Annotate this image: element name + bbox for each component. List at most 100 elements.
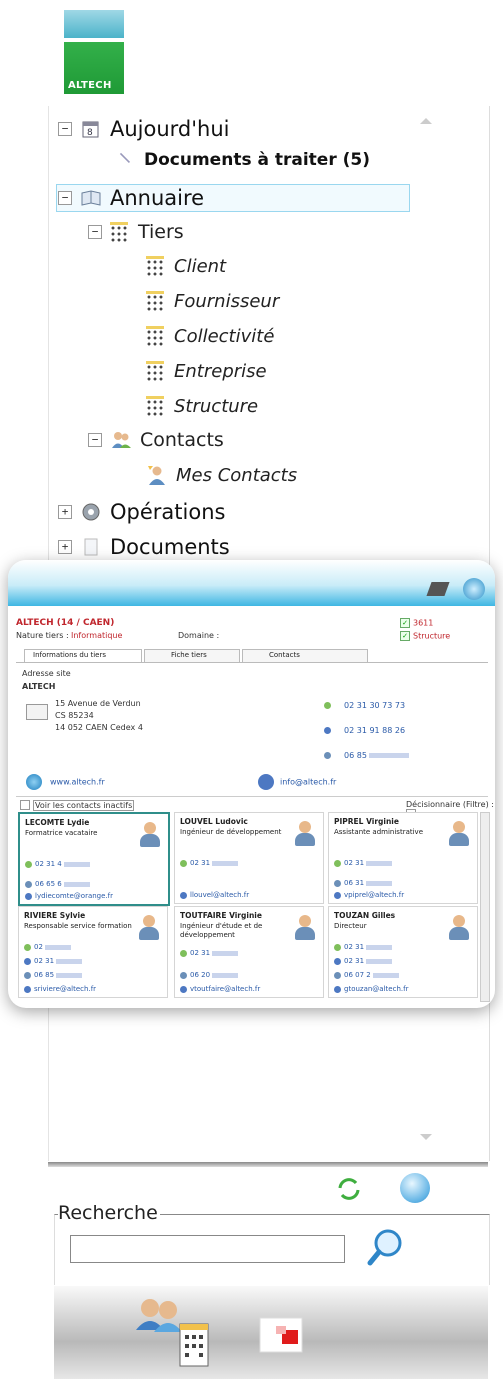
building-grid-icon <box>146 326 164 347</box>
website-globe-icon <box>26 774 42 790</box>
company-name: ALTECH <box>22 682 56 691</box>
redacted <box>366 860 393 866</box>
tree-item-documents-a-traiter[interactable]: Documents à traiter (5) <box>118 150 370 170</box>
website-row[interactable]: www.altech.fr <box>26 774 105 790</box>
contact-card[interactable]: TOUTFAIRE Virginie Ingénieur d'étude et … <box>174 906 324 998</box>
email-icon <box>334 891 341 899</box>
email-link[interactable]: info@altech.fr <box>280 778 336 787</box>
contact-role: Ingénieur de développement <box>180 828 282 836</box>
expand-toggle[interactable]: + <box>58 540 72 554</box>
redacted <box>212 972 239 978</box>
contact-name: TOUTFAIRE Virginie <box>180 911 262 920</box>
envelope-icon <box>26 704 48 720</box>
contact-email[interactable]: vtoutfaire@altech.fr <box>190 985 260 993</box>
tiers-detail-card: ALTECH (14 / CAEN) Nature tiers : Inform… <box>8 560 495 1008</box>
building-grid-icon <box>146 396 164 417</box>
website-link[interactable]: www.altech.fr <box>50 778 105 787</box>
print-icon[interactable] <box>426 582 450 596</box>
fax-icon <box>324 727 331 734</box>
building-grid-icon <box>110 221 128 243</box>
contacts-scrollbar[interactable] <box>480 812 490 1002</box>
tree-item-annuaire[interactable]: − Annuaire <box>58 186 204 210</box>
contact-phone: 02 31 <box>344 859 365 867</box>
tree-item-structure[interactable]: Structure <box>146 396 258 417</box>
contact-fax: 02 31 <box>344 957 365 965</box>
structure-check[interactable]: ✓ Structure <box>400 631 450 641</box>
contact-role: Directeur <box>334 922 367 930</box>
contact-name: PIPREL Virginie <box>334 817 399 826</box>
contact-email[interactable]: lydiecomte@orange.fr <box>35 892 113 900</box>
contact-email[interactable]: vpiprel@altech.fr <box>344 891 404 899</box>
mobile-icon <box>334 879 341 887</box>
scroll-up-arrow[interactable] <box>420 118 432 124</box>
fax-icon <box>24 957 31 965</box>
search-label: Recherche <box>58 1202 160 1224</box>
tree-label: Structure <box>174 396 259 417</box>
contact-email[interactable]: gtouzan@altech.fr <box>344 985 408 993</box>
contacts-building-icon[interactable] <box>126 1290 212 1370</box>
contact-phone: 02 31 <box>190 949 211 957</box>
search-button[interactable] <box>366 1226 406 1268</box>
tree-label: Collectivité <box>174 326 275 347</box>
redacted <box>56 972 83 978</box>
contact-name: RIVIERE Sylvie <box>24 911 86 920</box>
phone-icon <box>180 859 187 867</box>
globe-icon[interactable] <box>463 578 485 600</box>
tree-item-documents[interactable]: + Documents <box>58 535 230 559</box>
mobile-icon <box>324 752 331 759</box>
tree-item-contacts[interactable]: − Contacts <box>88 429 224 451</box>
tree-label: Client <box>174 256 227 277</box>
document-red-icon[interactable] <box>256 1314 306 1356</box>
contact-email[interactable]: sriviere@altech.fr <box>34 985 96 993</box>
contact-mobile: 06 65 6 <box>35 880 62 888</box>
phone-number: 02 31 30 73 73 <box>344 701 406 710</box>
tree-item-mes-contacts[interactable]: Mes Contacts <box>146 464 297 486</box>
collapse-toggle[interactable]: − <box>58 122 72 136</box>
redacted <box>212 860 239 866</box>
expand-toggle[interactable]: + <box>58 505 72 519</box>
redacted <box>368 753 409 758</box>
tree-item-client[interactable]: Client <box>146 256 226 277</box>
mobile-icon <box>334 971 341 979</box>
tree-item-entreprise[interactable]: Entreprise <box>146 361 267 382</box>
fax-icon <box>334 957 341 965</box>
phone-icon <box>324 702 331 709</box>
contact-card[interactable]: TOUZAN Gilles Directeur 02 31 02 31 06 0… <box>328 906 478 998</box>
contact-card[interactable]: LOUVEL Ludovic Ingénieur de développemen… <box>174 812 324 904</box>
code-value: 3611 <box>413 618 434 628</box>
scroll-down-arrow[interactable] <box>420 1134 432 1140</box>
avatar-icon <box>449 821 469 847</box>
collapse-toggle[interactable]: − <box>58 191 72 205</box>
tree-item-collectivite[interactable]: Collectivité <box>146 326 274 347</box>
contact-email[interactable]: llouvel@altech.fr <box>190 891 249 899</box>
contact-phone: 02 31 <box>344 943 365 951</box>
contact-card[interactable]: PIPREL Virginie Assistante administrativ… <box>328 812 478 904</box>
collapse-toggle[interactable]: − <box>88 433 102 447</box>
mobile-icon <box>24 971 31 979</box>
redacted <box>372 972 399 978</box>
building-grid-icon <box>146 291 164 312</box>
tree-item-tiers[interactable]: − Tiers <box>88 221 184 243</box>
tree-label: Annuaire <box>110 186 205 210</box>
tree-item-aujourdhui[interactable]: − 8 Aujourd'hui <box>58 117 230 141</box>
refresh-icon[interactable] <box>336 1176 362 1202</box>
show-inactive-toggle[interactable]: Voir les contacts inactifs <box>20 799 135 811</box>
tree-label: Opérations <box>110 500 226 524</box>
globe-icon[interactable] <box>400 1173 430 1203</box>
tree-label: Documents <box>110 535 230 559</box>
tab-informations[interactable]: Informations du tiers <box>24 649 142 662</box>
contact-fax: 02 31 <box>34 957 55 965</box>
search-input[interactable] <box>70 1235 345 1263</box>
contact-card[interactable]: RIVIERE Sylvie Responsable service forma… <box>18 906 168 998</box>
collapse-toggle[interactable]: − <box>88 225 102 239</box>
avatar-icon <box>295 915 315 941</box>
tree-item-fournisseur[interactable]: Fournisseur <box>146 291 279 312</box>
tree-item-operations[interactable]: + Opérations <box>58 500 225 524</box>
tab-fiche-tiers[interactable]: Fiche tiers <box>144 649 240 662</box>
fax-number: 02 31 91 88 26 <box>344 726 406 735</box>
tab-contacts[interactable]: Contacts <box>242 649 368 662</box>
tree-label: Contacts <box>140 429 224 451</box>
email-row[interactable]: info@altech.fr <box>258 774 336 790</box>
contact-card[interactable]: LECOMTE Lydie Formatrice vacataire 02 31… <box>18 812 170 906</box>
code-check[interactable]: ✓ 3611 <box>400 618 433 628</box>
